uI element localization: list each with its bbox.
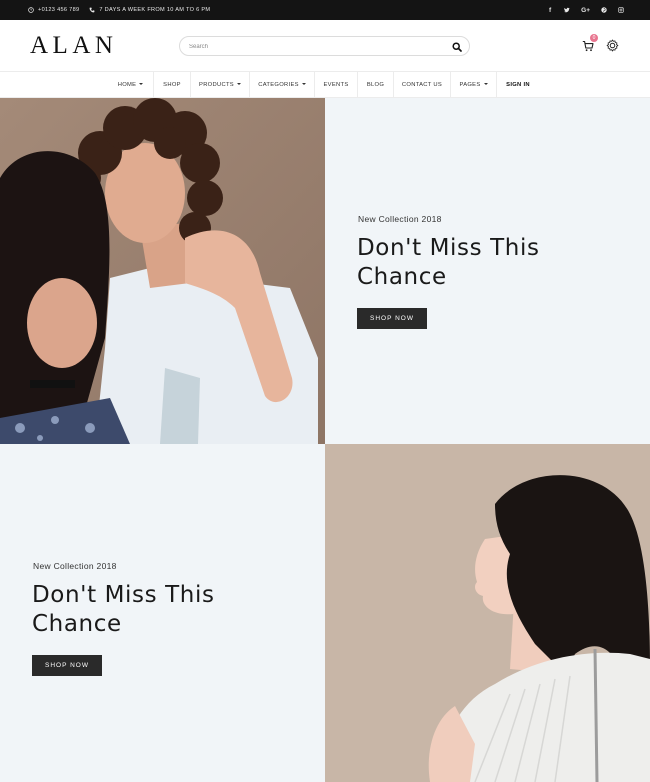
- top-bar: +0123 456 789 7 DAYS A WEEK FROM 10 AM T…: [0, 0, 650, 20]
- nav-item-label: SIGN IN: [506, 82, 530, 88]
- nav-item-shop[interactable]: SHOP: [154, 72, 191, 98]
- google-plus-icon[interactable]: G+: [581, 7, 590, 14]
- nav-menu: HOME SHOP PRODUCTS CATEGORIES EVENTS BLO…: [108, 72, 539, 98]
- main-nav: HOME SHOP PRODUCTS CATEGORIES EVENTS BLO…: [0, 72, 650, 98]
- nav-item-label: SHOP: [163, 82, 181, 88]
- couple-photo: [0, 98, 325, 444]
- nav-item-contact-us[interactable]: CONTACT US: [394, 72, 451, 98]
- settings-button[interactable]: [606, 39, 620, 53]
- phone-icon: [89, 7, 95, 13]
- nav-item-label: PRODUCTS: [199, 82, 234, 88]
- pinterest-icon[interactable]: [601, 7, 607, 13]
- instagram-icon[interactable]: [618, 7, 624, 13]
- search-button[interactable]: [451, 41, 462, 52]
- nav-item-label: EVENTS: [323, 82, 349, 88]
- contact-info: +0123 456 789 7 DAYS A WEEK FROM 10 AM T…: [28, 0, 210, 20]
- search-bar: [179, 36, 470, 56]
- hero-1-image: [0, 98, 325, 444]
- search-icon: [451, 41, 462, 52]
- hero-2-text-panel: New Collection 2018 Don't Miss This Chan…: [0, 444, 325, 782]
- hero-1-headline-line-1: Don't Miss This: [357, 235, 540, 261]
- nav-item-label: BLOG: [366, 82, 385, 88]
- cart-count-badge: 0: [590, 34, 598, 42]
- nav-item-blog[interactable]: BLOG: [358, 72, 394, 98]
- caret-down-icon: [139, 83, 144, 85]
- nav-item-products[interactable]: PRODUCTS: [191, 72, 250, 98]
- phone-item: +0123 456 789: [28, 7, 79, 13]
- caret-down-icon: [301, 83, 306, 85]
- hero-2-kicker: New Collection 2018: [33, 561, 117, 571]
- phone-number: +0123 456 789: [38, 7, 80, 13]
- site-header: ALAN: [0, 20, 650, 72]
- facebook-icon[interactable]: f: [547, 7, 553, 14]
- cart-button[interactable]: 0: [582, 34, 598, 53]
- nav-item-categories[interactable]: CATEGORIES: [250, 72, 315, 98]
- logo[interactable]: ALAN: [30, 32, 117, 60]
- nav-item-pages[interactable]: PAGES: [451, 72, 497, 98]
- nav-item-sign-in[interactable]: SIGN IN: [497, 72, 539, 98]
- hours-item: 7 DAYS A WEEK FROM 10 AM TO 6 PM: [89, 7, 210, 13]
- nav-item-label: HOME: [117, 82, 137, 88]
- twitter-icon[interactable]: [564, 7, 570, 13]
- hero-1-headline-line-2: Chance: [357, 264, 447, 290]
- hero-2-shop-now-button[interactable]: SHOP NOW: [32, 655, 102, 676]
- hero-2-headline-line-1: Don't Miss This: [32, 582, 215, 608]
- nav-item-label: CONTACT US: [401, 82, 443, 88]
- nav-item-events[interactable]: EVENTS: [315, 72, 358, 98]
- hero-1-text-panel: New Collection 2018 Don't Miss This Chan…: [325, 98, 650, 444]
- hero-1-kicker: New Collection 2018: [358, 214, 442, 224]
- hero-1-shop-now-button[interactable]: SHOP NOW: [357, 308, 427, 329]
- hero-2-image: [325, 444, 650, 782]
- opening-hours: 7 DAYS A WEEK FROM 10 AM TO 6 PM: [99, 7, 211, 13]
- clock-icon: [28, 7, 34, 13]
- nav-item-home[interactable]: HOME: [108, 72, 154, 98]
- woman-photo: [325, 444, 650, 782]
- hero-2-headline-line-2: Chance: [32, 611, 122, 637]
- caret-down-icon: [483, 83, 488, 85]
- social-links: f G+: [547, 0, 624, 20]
- gear-icon: [606, 39, 619, 52]
- nav-item-label: PAGES: [459, 82, 481, 88]
- search-input[interactable]: [189, 40, 439, 53]
- nav-item-label: CATEGORIES: [258, 82, 299, 88]
- caret-down-icon: [236, 83, 241, 85]
